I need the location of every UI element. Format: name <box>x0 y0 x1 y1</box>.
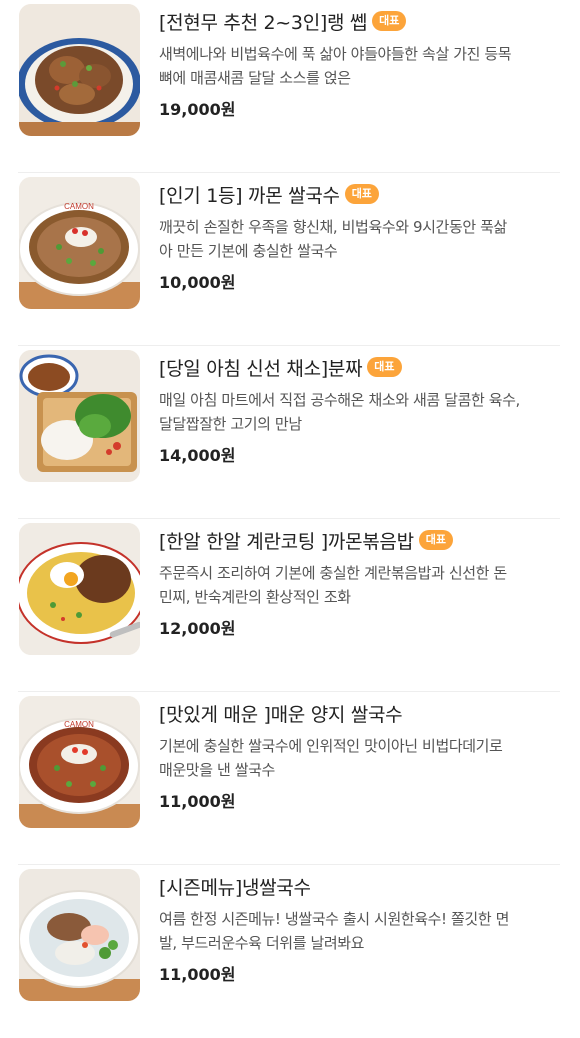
menu-item-image[interactable] <box>19 869 140 1001</box>
menu-item[interactable]: [한알 한알 계란코팅 ]까몬볶음밥 대표 주문즉시 조리하여 기본에 충실한 … <box>18 519 560 692</box>
description-line: 달달짭잘한 고기의 만남 <box>159 415 302 433</box>
description-line: 매운맛을 낸 쌀국수 <box>159 761 275 779</box>
signature-badge: 대표 <box>372 11 407 31</box>
menu-list: [전현무 추천 2~3인]랭 쎕 대표 새벽에나와 비법육수에 푹 삶아 야들야… <box>0 0 580 1038</box>
menu-item[interactable]: [당일 아침 신선 채소]분짜 대표 매일 아침 마트에서 직접 공수해온 채소… <box>18 346 560 519</box>
menu-item-title: [한알 한알 계란코팅 ]까몬볶음밥 <box>159 530 414 553</box>
description-line: 민찌, 반숙계란의 환상적인 조화 <box>159 588 351 606</box>
menu-item-price: 11,000원 <box>159 792 236 811</box>
menu-item-info: [전현무 추천 2~3인]랭 쎕 대표 새벽에나와 비법육수에 푹 삶아 야들야… <box>159 6 560 120</box>
menu-item-info: [맛있게 매운 ]매운 양지 쌀국수 기본에 충실한 쌀국수에 인위적인 맛이아… <box>159 698 560 812</box>
menu-item-price: 12,000원 <box>159 619 236 638</box>
menu-item-description: 주문즉시 조리하여 기본에 충실한 계란볶음밥과 신선한 돈 민찌, 반숙계란의… <box>159 561 559 609</box>
svg-text:CAMON: CAMON <box>64 202 94 211</box>
menu-item-image[interactable] <box>19 523 140 655</box>
menu-item-title: [시즌메뉴]냉쌀국수 <box>159 876 311 899</box>
menu-item-title: [맛있게 매운 ]매운 양지 쌀국수 <box>159 703 403 726</box>
menu-item[interactable]: [전현무 추천 2~3인]랭 쎕 대표 새벽에나와 비법육수에 푹 삶아 야들야… <box>18 0 560 173</box>
menu-item-description: 여름 한정 시즌메뉴! 냉쌀국수 출시 시원한육수! 쫄깃한 면 발, 부드러운… <box>159 907 559 955</box>
menu-item-title: [인기 1등] 까몬 쌀국수 <box>159 184 340 207</box>
menu-item-description: 매일 아침 마트에서 직접 공수해온 채소와 새콤 달콤한 육수, 달달짭잘한 … <box>159 388 559 436</box>
menu-item[interactable]: CAMON [인기 1등] 까몬 쌀국수 대표 깨끗히 손질한 우족을 향신채,… <box>18 173 560 346</box>
menu-item[interactable]: CAMON [맛있게 매운 ]매운 양지 쌀국수 기본에 충실한 쌀국수에 인위… <box>18 692 560 865</box>
signature-badge: 대표 <box>367 357 402 377</box>
menu-item-description: 새벽에나와 비법육수에 푹 삶아 야들야들한 속살 가진 등목 뼈에 매콤새콤 … <box>159 42 559 90</box>
menu-item-info: [한알 한알 계란코팅 ]까몬볶음밥 대표 주문즉시 조리하여 기본에 충실한 … <box>159 525 560 639</box>
menu-item-description: 깨끗히 손질한 우족을 향신채, 비법육수와 9시간동안 푹삶 아 만든 기본에… <box>159 215 559 263</box>
description-line: 기본에 충실한 쌀국수에 인위적인 맛이아닌 비법다데기로 <box>159 737 503 755</box>
signature-badge: 대표 <box>344 184 379 204</box>
menu-item-image[interactable] <box>19 4 140 136</box>
menu-item-description: 기본에 충실한 쌀국수에 인위적인 맛이아닌 비법다데기로 매운맛을 낸 쌀국수 <box>159 734 559 782</box>
description-line: 뼈에 매콤새콤 달달 소스를 얹은 <box>159 69 351 87</box>
description-line: 발, 부드러운수육 더위를 날려봐요 <box>159 934 365 952</box>
menu-item-title: [전현무 추천 2~3인]랭 쎕 <box>159 11 368 34</box>
description-line: 주문즉시 조리하여 기본에 충실한 계란볶음밥과 신선한 돈 <box>159 564 507 582</box>
description-line: 새벽에나와 비법육수에 푹 삶아 야들야들한 속살 가진 등목 <box>159 45 512 63</box>
menu-item-title: [당일 아침 신선 채소]분짜 <box>159 357 363 380</box>
description-line: 아 만든 기본에 충실한 쌀국수 <box>159 242 338 260</box>
svg-text:CAMON: CAMON <box>64 720 94 729</box>
menu-item-price: 10,000원 <box>159 273 236 292</box>
menu-item-price: 19,000원 <box>159 100 236 119</box>
menu-item-price: 11,000원 <box>159 965 236 984</box>
menu-item-info: [인기 1등] 까몬 쌀국수 대표 깨끗히 손질한 우족을 향신채, 비법육수와… <box>159 179 560 293</box>
menu-item-info: [시즌메뉴]냉쌀국수 여름 한정 시즌메뉴! 냉쌀국수 출시 시원한육수! 쫄깃… <box>159 871 560 985</box>
menu-item-image[interactable]: CAMON <box>19 177 140 309</box>
menu-item[interactable]: [시즌메뉴]냉쌀국수 여름 한정 시즌메뉴! 냉쌀국수 출시 시원한육수! 쫄깃… <box>18 865 560 1038</box>
signature-badge: 대표 <box>418 530 454 550</box>
menu-item-image[interactable] <box>19 350 140 482</box>
menu-item-image[interactable]: CAMON <box>19 696 140 828</box>
menu-item-price: 14,000원 <box>159 446 236 465</box>
description-line: 매일 아침 마트에서 직접 공수해온 채소와 새콤 달콤한 육수, <box>159 391 520 409</box>
description-line: 깨끗히 손질한 우족을 향신채, 비법육수와 9시간동안 푹삶 <box>159 218 507 236</box>
menu-item-info: [당일 아침 신선 채소]분짜 대표 매일 아침 마트에서 직접 공수해온 채소… <box>159 352 560 466</box>
description-line: 여름 한정 시즌메뉴! 냉쌀국수 출시 시원한육수! 쫄깃한 면 <box>159 910 510 928</box>
